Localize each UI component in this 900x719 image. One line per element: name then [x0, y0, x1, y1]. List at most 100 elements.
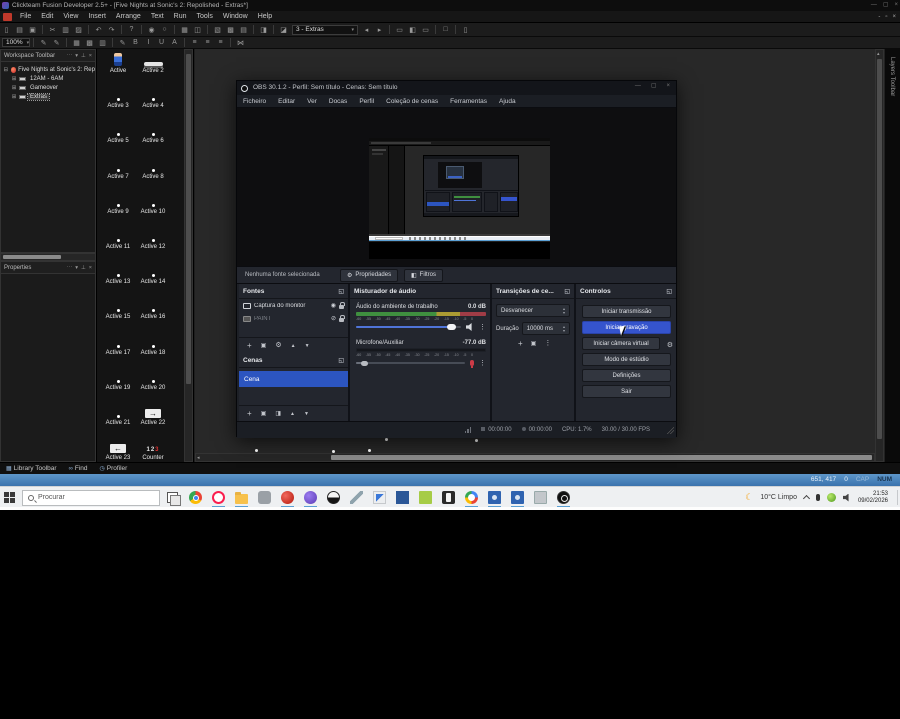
- picture-editor-icon[interactable]: ◨: [258, 24, 269, 35]
- lock-icon[interactable]: [339, 301, 345, 309]
- fusion-titlebar[interactable]: Clickteam Fusion Developer 2.5+ - [Five …: [0, 0, 900, 11]
- gray-app-icon[interactable]: [257, 490, 272, 505]
- copy-icon[interactable]: ▥: [60, 24, 71, 35]
- red-app-icon[interactable]: [280, 490, 295, 508]
- taskbar-search[interactable]: Procurar: [22, 489, 160, 506]
- object-item-active-5[interactable]: Active 5: [101, 122, 135, 144]
- lock-icon[interactable]: [339, 314, 345, 322]
- weather-moon-icon[interactable]: ☾: [745, 492, 753, 503]
- object-item-active-8[interactable]: Active 8: [136, 158, 170, 180]
- tree-item-12am---6am[interactable]: ⊞ 12AM - 6AM: [3, 74, 95, 83]
- dock-layout-icon[interactable]: ▭: [394, 24, 405, 35]
- obs-menu-item[interactable]: Coleção de cenas: [380, 95, 444, 107]
- opera-gx-icon[interactable]: [211, 490, 226, 508]
- tray-mic-icon[interactable]: [815, 494, 820, 501]
- pin-icon[interactable]: ⊥: [81, 262, 86, 273]
- collapse-icon[interactable]: ▾: [75, 50, 78, 61]
- minimize-button[interactable]: —: [635, 81, 641, 92]
- file-explorer-icon[interactable]: [234, 490, 249, 508]
- menu-run[interactable]: Run: [169, 11, 192, 22]
- blue-app-icon[interactable]: [395, 490, 410, 505]
- kebab-menu-icon[interactable]: ⋮: [479, 359, 486, 367]
- zoom-level-combo[interactable]: 100% ▾: [2, 38, 30, 47]
- mdi-minimize-button[interactable]: -: [878, 11, 880, 22]
- duration-field[interactable]: 10000 ms ▴ ▾: [521, 322, 570, 335]
- exit-button[interactable]: Sair: [582, 385, 671, 398]
- scenes-dock-header[interactable]: Cenas ◱: [239, 353, 348, 368]
- gray-window-icon[interactable]: [533, 490, 548, 505]
- next-frame-icon[interactable]: ▸: [374, 24, 385, 35]
- editor-app-icon[interactable]: [372, 490, 387, 505]
- tray-speaker-icon[interactable]: [842, 493, 849, 502]
- frame-object-dot[interactable]: [255, 449, 258, 452]
- window-icon[interactable]: □: [440, 24, 451, 35]
- popout-icon[interactable]: ◱: [338, 357, 344, 364]
- object-item-active-16[interactable]: Active 16: [136, 298, 170, 320]
- run-application-icon[interactable]: ◉: [146, 24, 157, 35]
- obs-menu-item[interactable]: Ficheiro: [237, 95, 272, 107]
- align-left-icon[interactable]: ≡: [189, 37, 200, 48]
- object-item-active-7[interactable]: Active 7: [101, 158, 135, 180]
- object-item-active-13[interactable]: Active 13: [101, 263, 135, 285]
- show-desktop-button[interactable]: [897, 490, 898, 505]
- object-item-active[interactable]: Active: [101, 52, 135, 74]
- kebab-menu-icon[interactable]: ⋮: [544, 339, 551, 348]
- tree-item-gameover[interactable]: ⊞ Gameover: [3, 83, 95, 92]
- green-app-icon[interactable]: [418, 490, 433, 505]
- font-color-icon[interactable]: A: [169, 37, 180, 48]
- source-properties-gear-icon[interactable]: ⚙: [275, 338, 281, 354]
- workspace-toolbar-header[interactable]: Workspace Toolbar ⋯ ▾ ⊥ ×: [1, 50, 95, 62]
- align-right-icon[interactable]: ≡: [215, 37, 226, 48]
- menu-arrange[interactable]: Arrange: [111, 11, 146, 22]
- obs-icon[interactable]: [556, 490, 571, 508]
- start-virtual-camera-button[interactable]: Iniciar câmera virtual: [582, 337, 660, 350]
- object-item-active-19[interactable]: Active 19: [101, 369, 135, 391]
- object-item-active-23[interactable]: ← Active 23: [101, 439, 135, 461]
- cut-icon[interactable]: ✂: [47, 24, 58, 35]
- source-item[interactable]: Captura do monitor ◉: [239, 299, 348, 312]
- layers-toolbar-collapsed[interactable]: Layers Toolbar: [884, 49, 900, 462]
- pin-icon[interactable]: ⊥: [81, 50, 86, 61]
- move-up-icon[interactable]: ▲: [291, 338, 296, 354]
- spinner-icons[interactable]: ▴ ▾: [563, 306, 565, 314]
- object-item-active-20[interactable]: Active 20: [136, 369, 170, 391]
- editor-vscrollbar[interactable]: ▴: [875, 49, 884, 462]
- object-item-active-4[interactable]: Active 4: [136, 87, 170, 109]
- grid-snap-icon[interactable]: ▩: [84, 37, 95, 48]
- tray-green-app-icon[interactable]: [826, 493, 836, 502]
- obs-menu-item[interactable]: Docas: [323, 95, 353, 107]
- ball-app-icon[interactable]: [326, 490, 341, 505]
- expand-icon[interactable]: ⊞: [11, 94, 17, 100]
- obs-menu-item[interactable]: Ajuda: [493, 95, 522, 107]
- move-up-icon[interactable]: ▲: [290, 406, 295, 422]
- save-icon[interactable]: ▣: [27, 24, 38, 35]
- mixer-header[interactable]: Misturador de áudio: [350, 284, 490, 299]
- weather-label[interactable]: 10°C Limpo: [760, 494, 797, 501]
- frame-selector-combo[interactable]: 3 - Extras ▾: [292, 24, 358, 35]
- maximize-button[interactable]: ▢: [651, 81, 657, 92]
- object-item-active-22[interactable]: → Active 22: [136, 404, 170, 426]
- tab-library-toolbar[interactable]: ▦ Library Toolbar: [0, 463, 63, 475]
- frame-object-dot[interactable]: [368, 449, 371, 452]
- tab-find[interactable]: ∞ Find: [63, 463, 94, 475]
- g-app-icon[interactable]: [464, 490, 479, 508]
- obs-menu-item[interactable]: Editar: [272, 95, 301, 107]
- editor-hscrollbar[interactable]: ◂: [195, 453, 875, 462]
- menu-edit[interactable]: Edit: [36, 11, 58, 22]
- start-button[interactable]: [4, 492, 15, 503]
- eye-off-icon[interactable]: ⊘: [331, 315, 336, 322]
- epic-games-icon[interactable]: [441, 490, 456, 505]
- move-down-icon[interactable]: ▼: [305, 338, 310, 354]
- storyboard-editor-icon[interactable]: ▦: [179, 24, 190, 35]
- properties-header[interactable]: Properties ⋯ ▾ ⊥ ×: [1, 262, 95, 274]
- popout-icon[interactable]: ◱: [666, 288, 672, 295]
- brush-icon[interactable]: ✎: [51, 37, 62, 48]
- help-icon[interactable]: ?: [126, 24, 137, 35]
- tree-item-extras[interactable]: ⊞ Extras: [3, 92, 95, 101]
- object-item-active-21[interactable]: Active 21: [101, 404, 135, 426]
- object-item-active-14[interactable]: Active 14: [136, 263, 170, 285]
- menu-file[interactable]: File: [15, 11, 36, 22]
- obs-titlebar[interactable]: OBS 30.1.2 - Perfil: Sem título - Cenas:…: [237, 81, 676, 95]
- brush-app-icon[interactable]: [349, 490, 364, 505]
- workspace-toggle-icon[interactable]: ◧: [407, 24, 418, 35]
